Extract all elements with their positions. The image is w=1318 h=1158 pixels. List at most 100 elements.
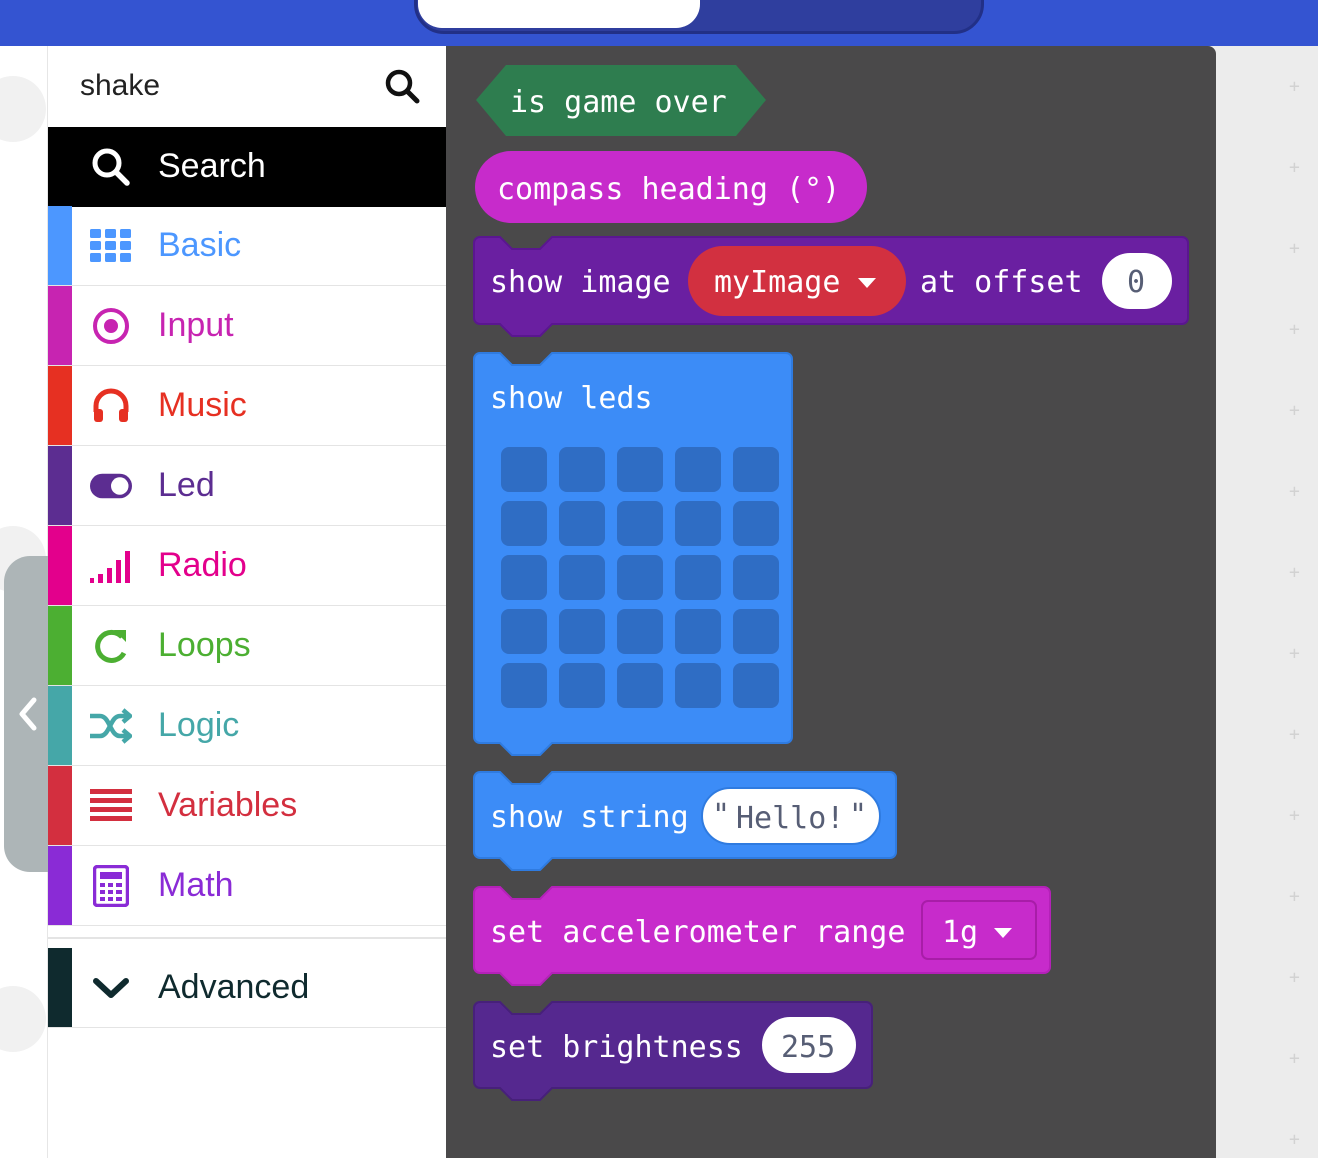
led-cell[interactable] [501, 501, 547, 546]
toggle-icon [90, 465, 132, 507]
shuffle-icon [90, 705, 132, 747]
led-cell[interactable] [617, 501, 663, 546]
led-cell[interactable] [501, 555, 547, 600]
category-math[interactable]: Math [48, 846, 446, 926]
block-show-image[interactable]: show image myImage at offset 0 [473, 236, 1189, 337]
grid-plus: + [1289, 76, 1300, 97]
category-label: Led [158, 466, 215, 504]
editor-toggle-blocks[interactable] [418, 0, 700, 28]
category-basic[interactable]: Basic [48, 206, 446, 286]
led-cell[interactable] [501, 663, 547, 708]
led-cell[interactable] [617, 447, 663, 492]
category-search[interactable]: Search [48, 127, 446, 207]
category-label: Radio [158, 546, 247, 584]
led-cell[interactable] [733, 555, 779, 600]
led-cell[interactable] [733, 447, 779, 492]
chevron-left-icon [19, 697, 37, 731]
category-loops[interactable]: Loops [48, 606, 446, 686]
search-input[interactable] [80, 66, 370, 106]
dropdown-value: myImage [714, 265, 840, 300]
category-stripe [48, 526, 72, 605]
grid-plus: + [1289, 481, 1300, 502]
led-cell[interactable] [733, 663, 779, 708]
category-stripe [48, 206, 72, 285]
grid-plus: + [1289, 319, 1300, 340]
toolbox-separator [48, 937, 446, 939]
grid-plus: + [1289, 967, 1300, 988]
block-text: show image [490, 265, 671, 300]
category-logic[interactable]: Logic [48, 686, 446, 766]
grid-plus: + [1289, 643, 1300, 664]
category-label: Math [158, 866, 234, 904]
grid-plus: + [1289, 562, 1300, 583]
category-music[interactable]: Music [48, 366, 446, 446]
led-cell[interactable] [559, 501, 605, 546]
block-text: set brightness [490, 1030, 743, 1065]
block-set-accelerometer-range[interactable]: set accelerometer range 1g [473, 886, 1051, 986]
signal-bars-icon [90, 545, 132, 587]
refresh-icon [90, 625, 132, 667]
category-radio[interactable]: Radio [48, 526, 446, 606]
block-is-game-over[interactable]: is game over [476, 65, 766, 136]
led-cell[interactable] [675, 555, 721, 600]
block-text: at offset [920, 265, 1083, 300]
led-cell[interactable] [675, 663, 721, 708]
category-input[interactable]: Input [48, 286, 446, 366]
led-cell[interactable] [501, 447, 547, 492]
category-stripe [48, 766, 72, 845]
category-stripe [48, 446, 72, 525]
quote-open: " [712, 798, 730, 833]
category-stripe [48, 286, 72, 365]
grid-plus: + [1289, 1048, 1300, 1069]
block-compass-heading[interactable]: compass heading (°) [475, 151, 867, 223]
led-cell[interactable] [675, 609, 721, 654]
category-stripe [48, 948, 72, 1027]
grid-plus: + [1289, 805, 1300, 826]
block-show-leds[interactable]: show leds [473, 352, 793, 756]
led-cell[interactable] [675, 447, 721, 492]
led-cell[interactable] [617, 609, 663, 654]
led-cell[interactable] [559, 555, 605, 600]
category-label: Variables [158, 786, 298, 824]
led-grid[interactable] [501, 447, 779, 708]
image-variable-dropdown[interactable]: myImage [688, 246, 906, 316]
search-icon [90, 146, 132, 188]
simulator-ghost-button [0, 76, 46, 142]
calculator-icon [90, 865, 132, 907]
block-show-string[interactable]: show string " Hello! " [473, 771, 897, 871]
category-led[interactable]: Led [48, 446, 446, 526]
grid-plus: + [1289, 400, 1300, 421]
category-stripe [48, 686, 72, 765]
led-cell[interactable] [559, 447, 605, 492]
search-row [48, 46, 446, 127]
led-cell[interactable] [617, 663, 663, 708]
block-set-brightness[interactable]: set brightness 255 [473, 1001, 873, 1101]
offset-number-field[interactable]: 0 [1102, 253, 1172, 309]
field-value: Hello! [736, 801, 844, 836]
category-label: Advanced [158, 968, 310, 1006]
quote-close: " [849, 798, 867, 833]
string-field[interactable]: " Hello! " [701, 787, 881, 845]
led-cell[interactable] [559, 663, 605, 708]
chevron-down-icon [90, 967, 132, 1009]
collapse-simulator-button[interactable] [4, 556, 48, 872]
led-cell[interactable] [733, 501, 779, 546]
led-cell[interactable] [675, 501, 721, 546]
toolbox: Search Basic Input Music [48, 46, 446, 1158]
range-dropdown[interactable]: 1g [921, 900, 1037, 960]
headphones-icon [90, 385, 132, 427]
category-stripe [48, 606, 72, 685]
led-cell[interactable] [501, 609, 547, 654]
block-text: compass heading (°) [497, 172, 840, 207]
led-cell[interactable] [617, 555, 663, 600]
block-text: set accelerometer range [490, 915, 905, 950]
category-label: Logic [158, 706, 240, 744]
led-cell[interactable] [559, 609, 605, 654]
category-label: Music [158, 386, 247, 424]
category-variables[interactable]: Variables [48, 766, 446, 846]
category-label: Basic [158, 226, 242, 264]
category-advanced[interactable]: Advanced [48, 948, 446, 1028]
led-cell[interactable] [733, 609, 779, 654]
search-icon[interactable] [384, 68, 422, 106]
brightness-number-field[interactable]: 255 [762, 1017, 856, 1073]
